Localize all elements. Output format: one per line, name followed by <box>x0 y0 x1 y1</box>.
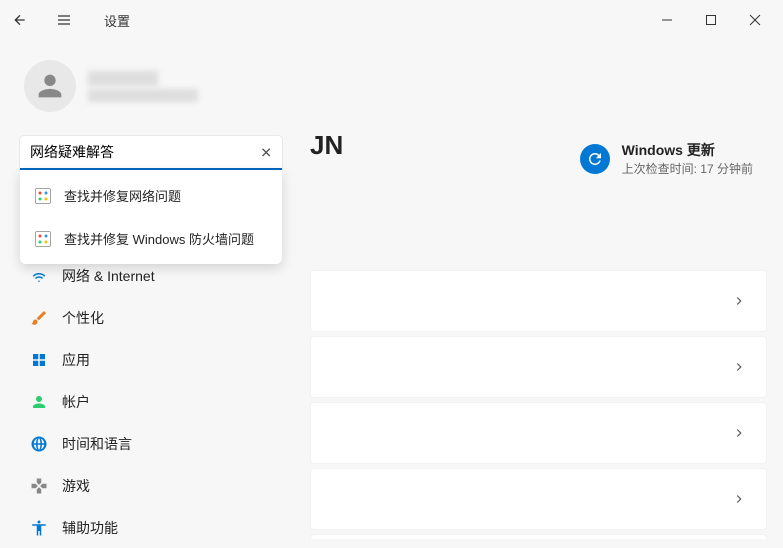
window-title: 设置 <box>104 11 130 30</box>
brush-icon <box>30 309 48 327</box>
sidebar-item-label: 游戏 <box>62 476 90 496</box>
arrow-left-icon <box>12 12 28 28</box>
sidebar-item-accessibility[interactable]: 辅助功能 <box>20 508 300 548</box>
search-input[interactable] <box>20 136 282 170</box>
sidebar-item-apps[interactable]: 应用 <box>20 340 300 380</box>
update-icon <box>580 144 610 174</box>
person-icon <box>30 393 48 411</box>
sidebar-item-label: 辅助功能 <box>62 518 118 538</box>
minimize-button[interactable] <box>659 12 675 28</box>
chevron-right-icon <box>732 360 746 374</box>
update-title: Windows 更新 <box>622 140 753 160</box>
user-email <box>88 89 198 102</box>
setting-row[interactable] <box>310 534 767 539</box>
minimize-icon <box>661 14 673 26</box>
troubleshoot-icon <box>34 230 52 248</box>
main-panel: JN Windows 更新 上次检查时间: 17 分钟前 <box>300 40 783 539</box>
suggestion-label: 查找并修复网络问题 <box>64 186 181 205</box>
search-area: ✕ 查找并修复网络问题 查找并修复 Windows 防火墙问题 <box>20 136 300 170</box>
setting-row[interactable] <box>310 270 767 332</box>
update-subtitle: 上次检查时间: 17 分钟前 <box>622 160 753 177</box>
sidebar-item-label: 帐户 <box>62 392 90 412</box>
troubleshoot-icon <box>34 187 52 205</box>
chevron-right-icon <box>732 294 746 308</box>
search-suggestions: 查找并修复网络问题 查找并修复 Windows 防火墙问题 <box>20 170 282 264</box>
wifi-icon <box>30 267 48 285</box>
game-icon <box>30 477 48 495</box>
access-icon <box>30 519 48 537</box>
user-info <box>88 71 198 102</box>
refresh-icon <box>586 150 604 168</box>
chevron-right-icon <box>732 426 746 440</box>
suggestion-item[interactable]: 查找并修复网络问题 <box>20 174 282 217</box>
close-icon <box>749 14 761 26</box>
maximize-icon <box>705 14 717 26</box>
sidebar: ✕ 查找并修复网络问题 查找并修复 Windows 防火墙问题 网络 & Int… <box>0 40 300 539</box>
hamburger-icon <box>56 12 72 28</box>
page-heading: JN <box>310 130 343 161</box>
sidebar-item-label: 时间和语言 <box>62 434 132 454</box>
settings-list <box>310 270 767 539</box>
sidebar-item-gaming[interactable]: 游戏 <box>20 466 300 506</box>
suggestion-label: 查找并修复 Windows 防火墙问题 <box>64 229 254 248</box>
clear-search-button[interactable]: ✕ <box>260 145 272 162</box>
sidebar-item-label: 网络 & Internet <box>62 266 155 286</box>
menu-button[interactable] <box>52 8 76 32</box>
chevron-right-icon <box>732 492 746 506</box>
apps-icon <box>30 351 48 369</box>
sidebar-item-time[interactable]: 时间和语言 <box>20 424 300 464</box>
maximize-button[interactable] <box>703 12 719 28</box>
sidebar-item-accounts[interactable]: 帐户 <box>20 382 300 422</box>
nav-list: 网络 & Internet 个性化应用帐户时间和语言游戏辅助功能 <box>20 256 300 548</box>
close-button[interactable] <box>747 12 763 28</box>
sidebar-item-label: 个性化 <box>62 308 104 328</box>
back-button[interactable] <box>8 8 32 32</box>
person-icon <box>33 69 67 103</box>
avatar <box>24 60 76 112</box>
suggestion-item[interactable]: 查找并修复 Windows 防火墙问题 <box>20 217 282 260</box>
windows-update-card[interactable]: Windows 更新 上次检查时间: 17 分钟前 <box>580 140 753 177</box>
setting-row[interactable] <box>310 402 767 464</box>
user-name <box>88 71 158 86</box>
titlebar: 设置 <box>0 0 783 40</box>
sidebar-item-label: 应用 <box>62 350 90 370</box>
setting-row[interactable] <box>310 336 767 398</box>
globe-icon <box>30 435 48 453</box>
setting-row[interactable] <box>310 468 767 530</box>
sidebar-item-personalize[interactable]: 个性化 <box>20 298 300 338</box>
user-area[interactable] <box>20 60 300 112</box>
